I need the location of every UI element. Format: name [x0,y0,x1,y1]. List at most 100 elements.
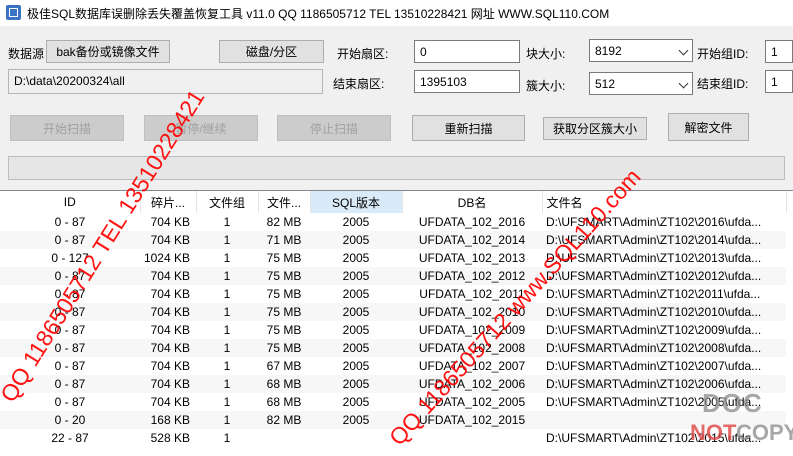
pause-resume-button[interactable]: 暂停/继续 [144,115,258,141]
table-cell: 0 - 87 [54,395,86,409]
table-row[interactable]: 0 - 87 704 KB 1 75 MB 2005 UFDATA_102_2012 D:\… [0,267,786,285]
table-cell: 1 [223,215,231,229]
start-group-label: 开始组ID: [697,47,749,61]
table-cell: D:\UFSMART\Admin\ZT102\2011\ufda... [546,287,761,301]
table-cell: D:\UFSMART\Admin\ZT102\2008\ufda... [542,339,786,357]
table-cell: D:\UFSMART\Admin\ZT102\2009\ufda... [546,323,762,337]
table-cell: 2005 [310,231,402,249]
get-cluster-size-button[interactable]: 获取分区簇大小 [543,117,647,140]
col-header-db-name[interactable]: DB名 [402,191,543,213]
table-cell: D:\UFSMART\Admin\ZT102\2015\ufda... [546,431,762,445]
block-size-value: 8192 [595,44,622,58]
table-cell: 82 MB [258,411,310,429]
table-cell: 82 MB [266,215,302,229]
table-cell: 1 [223,251,231,265]
table-cell: 1 [223,359,231,373]
table-cell: UFDATA_102_2007 [418,359,526,373]
table-cell: 68 MB [266,395,302,409]
decrypt-file-button[interactable]: 解密文件 [668,113,749,141]
table-cell: 2005 [342,395,370,409]
end-sector-label: 结束扇区: [333,77,385,91]
col-header-fragment[interactable]: 碎片... [140,191,197,213]
table-cell: 2005 [342,251,370,265]
table-row[interactable]: 0 - 87 704 KB 1 75 MB 2005 UFDATA_102_2010 D:\… [0,303,786,321]
table-cell: 0 - 87 [0,267,140,285]
table-cell: 704 KB [150,215,190,229]
start-scan-button[interactable]: 开始扫描 [10,115,124,141]
table-cell: 704 KB [140,375,196,393]
table-cell: 75 MB [266,251,302,265]
table-cell: 2005 [342,323,370,337]
table-cell: 2005 [310,267,402,285]
block-size-select[interactable]: 8192 [589,39,693,62]
table-cell: 2005 [342,359,370,373]
table-row[interactable]: 0 - 87 704 KB 1 68 MB 2005 UFDATA_102_2006 D:\… [0,375,786,393]
table-cell: 704 KB [150,287,190,301]
table-cell: D:\UFSMART\Admin\ZT102\2006\ufda... [542,375,786,393]
table-row[interactable]: 0 - 127 1024 KB 1 75 MB 2005 UFDATA_102_2013 D… [0,249,786,267]
table-cell: D:\UFSMART\Admin\ZT102\2010\ufda... [542,303,786,321]
table-cell: 2005 [310,411,402,429]
table-cell: 68 MB [258,375,310,393]
table-cell: 1 [196,231,258,249]
table-cell: 2005 [310,375,402,393]
table-cell: 0 - 87 [0,303,140,321]
table-cell: 75 MB [266,287,302,301]
table-row[interactable]: 0 - 87 704 KB 1 67 MB 2005 UFDATA_102_2007 D:\… [0,357,786,375]
table-cell: 0 - 87 [0,231,140,249]
start-group-input[interactable]: 1 [765,40,793,63]
table-cell [310,429,402,447]
results-table[interactable]: ID 碎片... 文件组 文件... SQL版本 DB名 文件名 0 - 87 7… [0,190,793,456]
table-row[interactable]: 0 - 87 704 KB 1 68 MB 2005 UFDATA_102_2005 D:\… [0,393,786,411]
table-cell: 168 KB [140,411,196,429]
path-field[interactable]: D:\data\20200324\all [8,69,323,94]
table-cell: 0 - 87 [54,359,86,373]
col-header-sql-version[interactable]: SQL版本 [310,191,403,213]
table-row[interactable]: 0 - 87 704 KB 1 71 MB 2005 UFDATA_102_2014 D:\… [0,231,786,249]
table-row[interactable]: 0 - 87 704 KB 1 75 MB 2005 UFDATA_102_2008 D:\… [0,339,786,357]
table-cell: D:\UFSMART\Admin\ZT102\2007\ufda... [546,359,762,373]
table-cell: UFDATA_102_2016 [418,215,526,229]
table-cell: 22 - 87 [51,431,89,445]
table-cell: 71 MB [258,231,310,249]
table-cell: 2005 [310,303,402,321]
rescan-button[interactable]: 重新扫描 [412,115,525,141]
table-cell: 0 - 87 [0,339,140,357]
table-row[interactable]: 22 - 87 528 KB 1 D:\UFSMART\Admin\ZT102\201… [0,429,786,447]
table-row[interactable]: 0 - 87 704 KB 1 75 MB 2005 UFDATA_102_2009 D:\… [0,321,786,339]
table-cell [258,429,310,447]
end-group-input[interactable]: 1 [765,70,793,93]
table-cell: 1 [223,431,231,445]
col-header-filename[interactable]: 文件名 [542,191,787,213]
table-cell: 75 MB [258,267,310,285]
cluster-size-select[interactable]: 512 [589,72,693,95]
disk-partition-button[interactable]: 磁盘/分区 [219,40,324,63]
end-sector-input[interactable]: 1395103 [414,70,520,93]
table-cell: UFDATA_102_2012 [402,267,542,285]
table-cell: 1 [196,303,258,321]
col-header-filegroup[interactable]: 文件组 [196,191,259,213]
table-cell: UFDATA_102_2013 [418,251,526,265]
col-header-filesize[interactable]: 文件... [258,191,311,213]
table-row[interactable]: 0 - 87 704 KB 1 75 MB 2005 UFDATA_102_2011 D:\… [0,285,786,303]
table-cell: 1 [196,267,258,285]
col-header-id[interactable]: ID [0,191,141,213]
table-cell: 2005 [310,339,402,357]
start-sector-input[interactable]: 0 [414,40,520,63]
end-group-label: 结束组ID: [697,77,749,91]
table-cell: D:\UFSMART\Admin\ZT102\2012\ufda... [542,267,786,285]
table-cell: 1 [196,411,258,429]
table-row[interactable]: 0 - 87 704 KB 1 82 MB 2005 UFDATA_102_2016 D:\… [0,213,786,231]
table-cell: 704 KB [140,267,196,285]
stop-scan-button[interactable]: 停止扫描 [277,115,391,141]
block-size-label: 块大小: [526,47,566,61]
table-cell [402,429,542,447]
title-bar: 极佳SQL数据库误删除丢失覆盖恢复工具 v11.0 QQ 1186505712 … [0,0,793,26]
chevron-down-icon [678,45,689,56]
table-cell: 704 KB [140,303,196,321]
bak-file-button[interactable]: bak备份或镜像文件 [46,40,170,63]
table-cell: 528 KB [150,431,190,445]
table-cell: 0 - 87 [54,323,86,337]
table-row[interactable]: 0 - 20 168 KB 1 82 MB 2005 UFDATA_102_2015 [0,411,786,429]
table-cell: UFDATA_102_2005 [418,395,526,409]
